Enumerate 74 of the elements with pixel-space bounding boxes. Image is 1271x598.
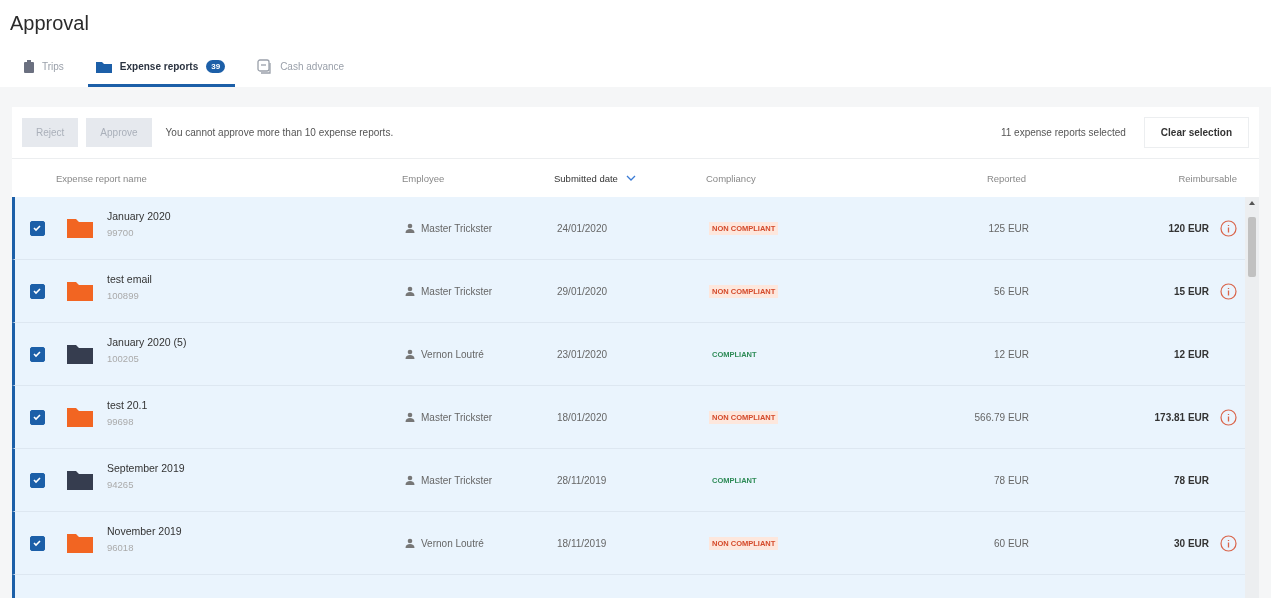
checkmark-icon <box>32 475 42 485</box>
report-name: January 2020 (5) <box>107 336 187 348</box>
report-name: test email <box>107 273 152 285</box>
column-header[interactable]: Reported <box>986 172 1026 184</box>
checkmark-icon <box>32 412 42 422</box>
column-header[interactable]: Employee <box>402 172 445 184</box>
page-title: Approval <box>9 11 90 35</box>
checkbox[interactable] <box>29 346 45 362</box>
person-icon <box>405 349 415 359</box>
reimbursable-amount: 173.81 EUR <box>1154 411 1209 423</box>
reimbursable-amount: 15 EUR <box>1174 285 1209 297</box>
employee-name: Master Trickster <box>421 474 493 486</box>
selection-count: 11 expense reports selected <box>1000 127 1126 138</box>
report-name: November 2019 <box>107 525 182 537</box>
person-icon <box>405 223 415 233</box>
submitted-date: 18/11/2019 <box>557 537 607 549</box>
receipt-icon <box>257 59 273 74</box>
reported-amount: 56 EUR <box>994 285 1029 297</box>
reimbursable-amount: 30 EUR <box>1174 537 1209 549</box>
reported-amount: 60 EUR <box>994 537 1029 549</box>
checkmark-icon <box>32 538 42 548</box>
checkmark-icon <box>32 223 42 233</box>
checkbox[interactable] <box>29 472 45 488</box>
submitted-date: 24/01/2020 <box>557 222 608 234</box>
column-header[interactable]: Compliancy <box>706 172 756 184</box>
report-number: 94265 <box>107 479 135 490</box>
checkbox[interactable] <box>29 220 45 236</box>
report-number: 99700 <box>107 227 135 238</box>
chevron-down-icon[interactable] <box>625 175 636 181</box>
submitted-date: 28/11/2019 <box>557 474 607 486</box>
submitted-date: 18/01/2020 <box>557 411 608 423</box>
info-icon[interactable] <box>1220 534 1237 552</box>
warning-message: You cannot approve more than 10 expense reports. <box>165 127 394 138</box>
checkmark-icon <box>32 349 42 359</box>
folder-icon <box>95 60 112 73</box>
submitted-date: 29/01/2020 <box>557 285 608 297</box>
person-icon <box>405 286 415 296</box>
reimbursable-amount: 120 EUR <box>1168 222 1209 234</box>
checkbox[interactable] <box>29 283 45 299</box>
report-name: test 20.1 <box>107 399 148 411</box>
reimbursable-amount: 12 EUR <box>1174 348 1209 360</box>
employee-name: Master Trickster <box>421 411 493 423</box>
reported-amount: 78 EUR <box>994 474 1029 486</box>
scrollbar[interactable] <box>1245 197 1259 598</box>
checkbox[interactable] <box>29 535 45 551</box>
person-icon <box>405 538 415 548</box>
report-number: 100205 <box>107 353 140 364</box>
clear-selection-button[interactable]: Clear selection <box>1143 117 1249 148</box>
reported-amount: 12 EUR <box>994 348 1029 360</box>
reported-amount: 125 EUR <box>988 222 1029 234</box>
checkmark-icon <box>32 286 42 296</box>
info-icon[interactable] <box>1220 219 1237 237</box>
report-name: September 2019 <box>107 462 185 474</box>
column-header[interactable]: Expense report name <box>56 172 147 184</box>
report-number: 96018 <box>107 542 135 553</box>
person-icon <box>405 412 415 422</box>
info-icon[interactable] <box>1220 408 1237 426</box>
person-icon <box>405 475 415 485</box>
submitted-date: 23/01/2020 <box>557 348 608 360</box>
reimbursable-amount: 78 EUR <box>1174 474 1209 486</box>
reported-amount: 566.79 EUR <box>974 411 1029 423</box>
employee-name: Vernon Loutré <box>421 537 484 549</box>
report-name: January 2020 <box>107 210 171 222</box>
info-icon[interactable] <box>1220 282 1237 300</box>
employee-name: Master Trickster <box>421 285 493 297</box>
checkbox[interactable] <box>29 409 45 425</box>
column-header[interactable]: Submitted date <box>554 172 618 184</box>
report-number: 100899 <box>107 290 140 301</box>
report-number: 99698 <box>107 416 135 427</box>
clipboard-icon <box>24 60 34 73</box>
employee-name: Master Trickster <box>421 222 493 234</box>
count-badge: 39 <box>206 60 226 73</box>
employee-name: Vernon Loutré <box>421 348 484 360</box>
column-header[interactable]: Reimbursable <box>1178 172 1237 184</box>
